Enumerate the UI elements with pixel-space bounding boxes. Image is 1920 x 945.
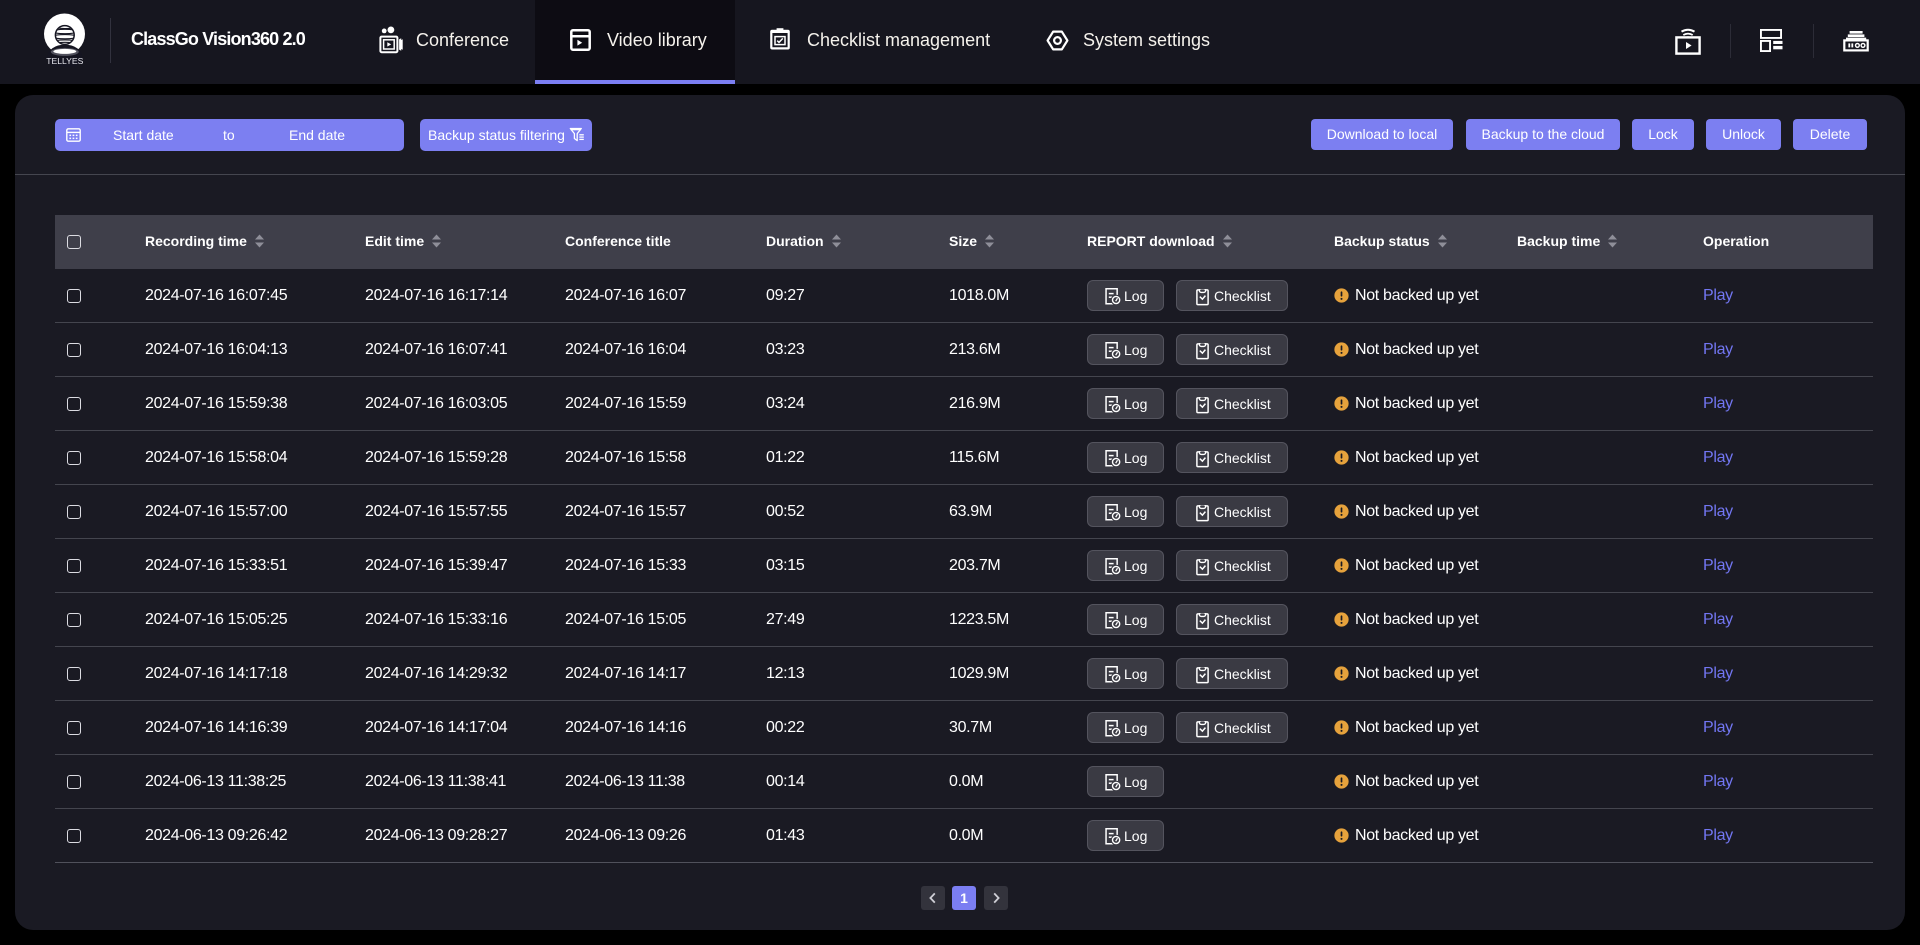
svg-text:TELLYES: TELLYES: [46, 56, 83, 66]
